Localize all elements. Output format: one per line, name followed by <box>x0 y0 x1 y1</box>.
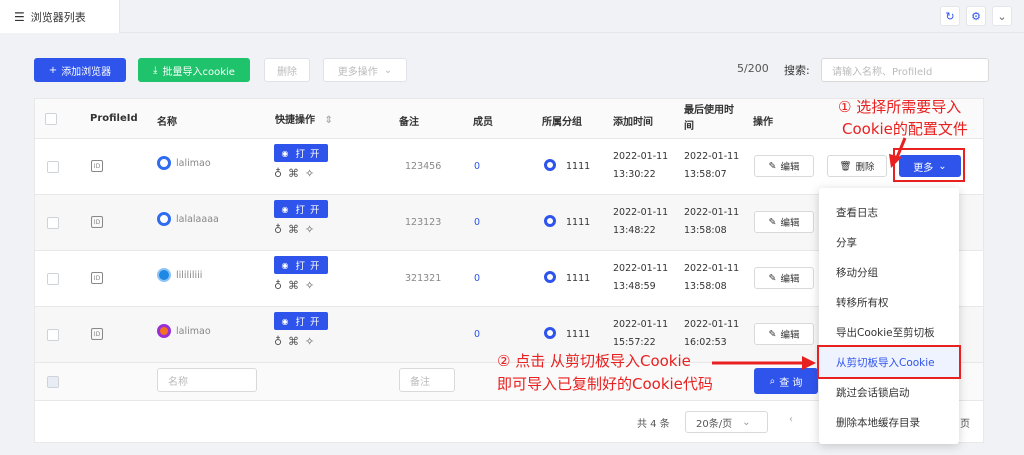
arrow-step2-head <box>802 356 816 370</box>
annotation-arrows <box>712 137 907 370</box>
app-window: ☰ 浏览器列表 ↻ ⚙ ⌄ + 添加浏览器 ⤓ 批量导入cookie 删除 更多… <box>0 0 1024 455</box>
arrow-step1-head <box>889 154 902 168</box>
